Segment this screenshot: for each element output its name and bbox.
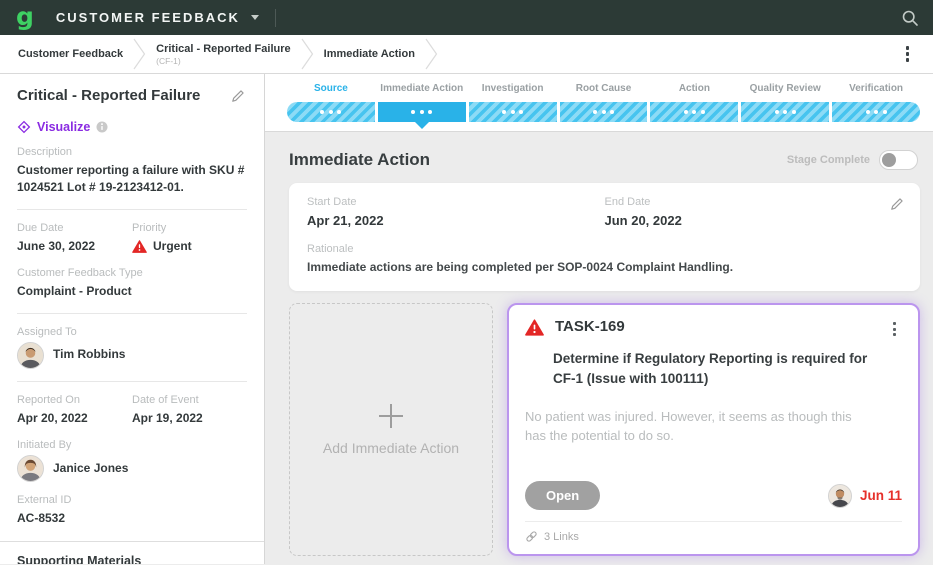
assigned-to-field: Assigned To Tim Robbins <box>17 326 247 369</box>
visualize-link[interactable]: Visualize <box>17 120 247 134</box>
task-card[interactable]: TASK-169 Determine if Regulatory Reporti… <box>507 303 920 556</box>
task-due-date: Jun 11 <box>860 488 902 503</box>
divider <box>17 381 247 382</box>
search-icon[interactable] <box>901 9 919 27</box>
warning-triangle-icon <box>525 319 544 336</box>
assigned-to-name: Tim Robbins <box>53 346 125 363</box>
stage-immediate-action[interactable]: Immediate Action <box>378 83 466 122</box>
breadcrumb: Customer Feedback Critical - Reported Fa… <box>0 35 933 74</box>
stage-complete-label: Stage Complete <box>787 154 870 166</box>
description-field: Description Customer reporting a failure… <box>17 146 247 197</box>
initiated-by-name: Janice Jones <box>53 460 128 477</box>
stage-content: Immediate Action Stage Complete Start Da… <box>265 132 933 564</box>
main-panel: Source Immediate Action Investigation Ro… <box>265 74 933 564</box>
stage-complete-toggle[interactable] <box>879 150 918 170</box>
date-of-event-field: Date of Event Apr 19, 2022 <box>132 394 247 427</box>
stage-label: Immediate Action <box>378 83 466 94</box>
description-value: Customer reporting a failure with SKU # … <box>17 162 247 197</box>
plus-icon <box>379 404 403 428</box>
task-title: Determine if Regulatory Reporting is req… <box>553 349 902 390</box>
stage-investigation[interactable]: Investigation <box>469 83 557 122</box>
stage-root-cause[interactable]: Root Cause <box>560 83 648 122</box>
reported-on-field: Reported On Apr 20, 2022 <box>17 394 132 427</box>
stage-source[interactable]: Source <box>287 83 375 122</box>
task-more-options-icon[interactable] <box>889 318 900 340</box>
external-id-field: External ID AC-8532 <box>17 494 247 527</box>
breadcrumb-item-customer-feedback[interactable]: Customer Feedback <box>18 48 123 60</box>
supporting-materials-heading: Supporting Materials <box>17 554 247 564</box>
divider <box>17 209 247 210</box>
topbar-divider <box>275 9 276 27</box>
section-divider <box>0 541 264 542</box>
task-description: No patient was injured. However, it seem… <box>525 407 902 446</box>
feedback-type-field: Customer Feedback Type Complaint - Produ… <box>17 267 247 300</box>
record-title: Critical - Reported Failure <box>17 87 200 105</box>
due-date-field: Due Date June 30, 2022 <box>17 222 132 255</box>
topbar: g CUSTOMER FEEDBACK <box>0 0 933 35</box>
end-date-field: End Date Jun 20, 2022 <box>605 196 903 228</box>
priority-field: Priority Urgent <box>132 222 247 255</box>
avatar[interactable] <box>828 484 852 508</box>
chevron-down-icon[interactable] <box>251 15 259 24</box>
warning-triangle-icon <box>132 240 147 253</box>
start-date-field: Start Date Apr 21, 2022 <box>307 196 605 228</box>
task-links[interactable]: 3 Links <box>525 521 902 545</box>
stage-verification[interactable]: Verification <box>832 83 920 122</box>
stage-label: Verification <box>832 83 920 94</box>
breadcrumb-item-immediate-action[interactable]: Immediate Action <box>324 48 415 60</box>
info-icon[interactable] <box>96 121 108 133</box>
initiated-by-field: Initiated By Janice Jones <box>17 439 247 482</box>
breadcrumb-item-record[interactable]: Critical - Reported Failure (CF-1) <box>156 43 290 66</box>
stage-label: Source <box>287 83 375 94</box>
app-window: g CUSTOMER FEEDBACK Customer Feedback Cr… <box>0 0 933 565</box>
chevron-separator-icon <box>133 38 146 70</box>
stage-label: Quality Review <box>741 83 829 94</box>
chevron-separator-icon <box>425 38 438 70</box>
rationale-field: Rationale Immediate actions are being co… <box>307 243 902 274</box>
avatar[interactable] <box>17 455 44 482</box>
brand-logo-g-icon[interactable]: g <box>16 4 34 29</box>
add-immediate-action-button[interactable]: Add Immediate Action <box>289 303 493 556</box>
stage-details-card: Start Date Apr 21, 2022 End Date Jun 20,… <box>289 183 920 291</box>
stage-label: Investigation <box>469 83 557 94</box>
stage-label: Action <box>650 83 738 94</box>
stage-quality-review[interactable]: Quality Review <box>741 83 829 122</box>
edit-pencil-icon[interactable] <box>229 87 247 110</box>
stage-tracker: Source Immediate Action Investigation Ro… <box>265 74 933 132</box>
task-id: TASK-169 <box>555 318 625 335</box>
divider <box>17 313 247 314</box>
chevron-separator-icon <box>301 38 314 70</box>
section-title: Immediate Action <box>289 150 430 170</box>
more-options-icon[interactable] <box>902 42 914 66</box>
task-status-button[interactable]: Open <box>525 481 600 510</box>
avatar[interactable] <box>17 342 44 369</box>
link-icon <box>525 530 538 543</box>
visualize-diamond-icon <box>17 120 31 134</box>
record-sidebar: Critical - Reported Failure Visualize De… <box>0 74 265 564</box>
edit-pencil-icon[interactable] <box>888 195 906 218</box>
stage-action[interactable]: Action <box>650 83 738 122</box>
stage-label: Root Cause <box>560 83 648 94</box>
app-title: CUSTOMER FEEDBACK <box>56 10 240 25</box>
